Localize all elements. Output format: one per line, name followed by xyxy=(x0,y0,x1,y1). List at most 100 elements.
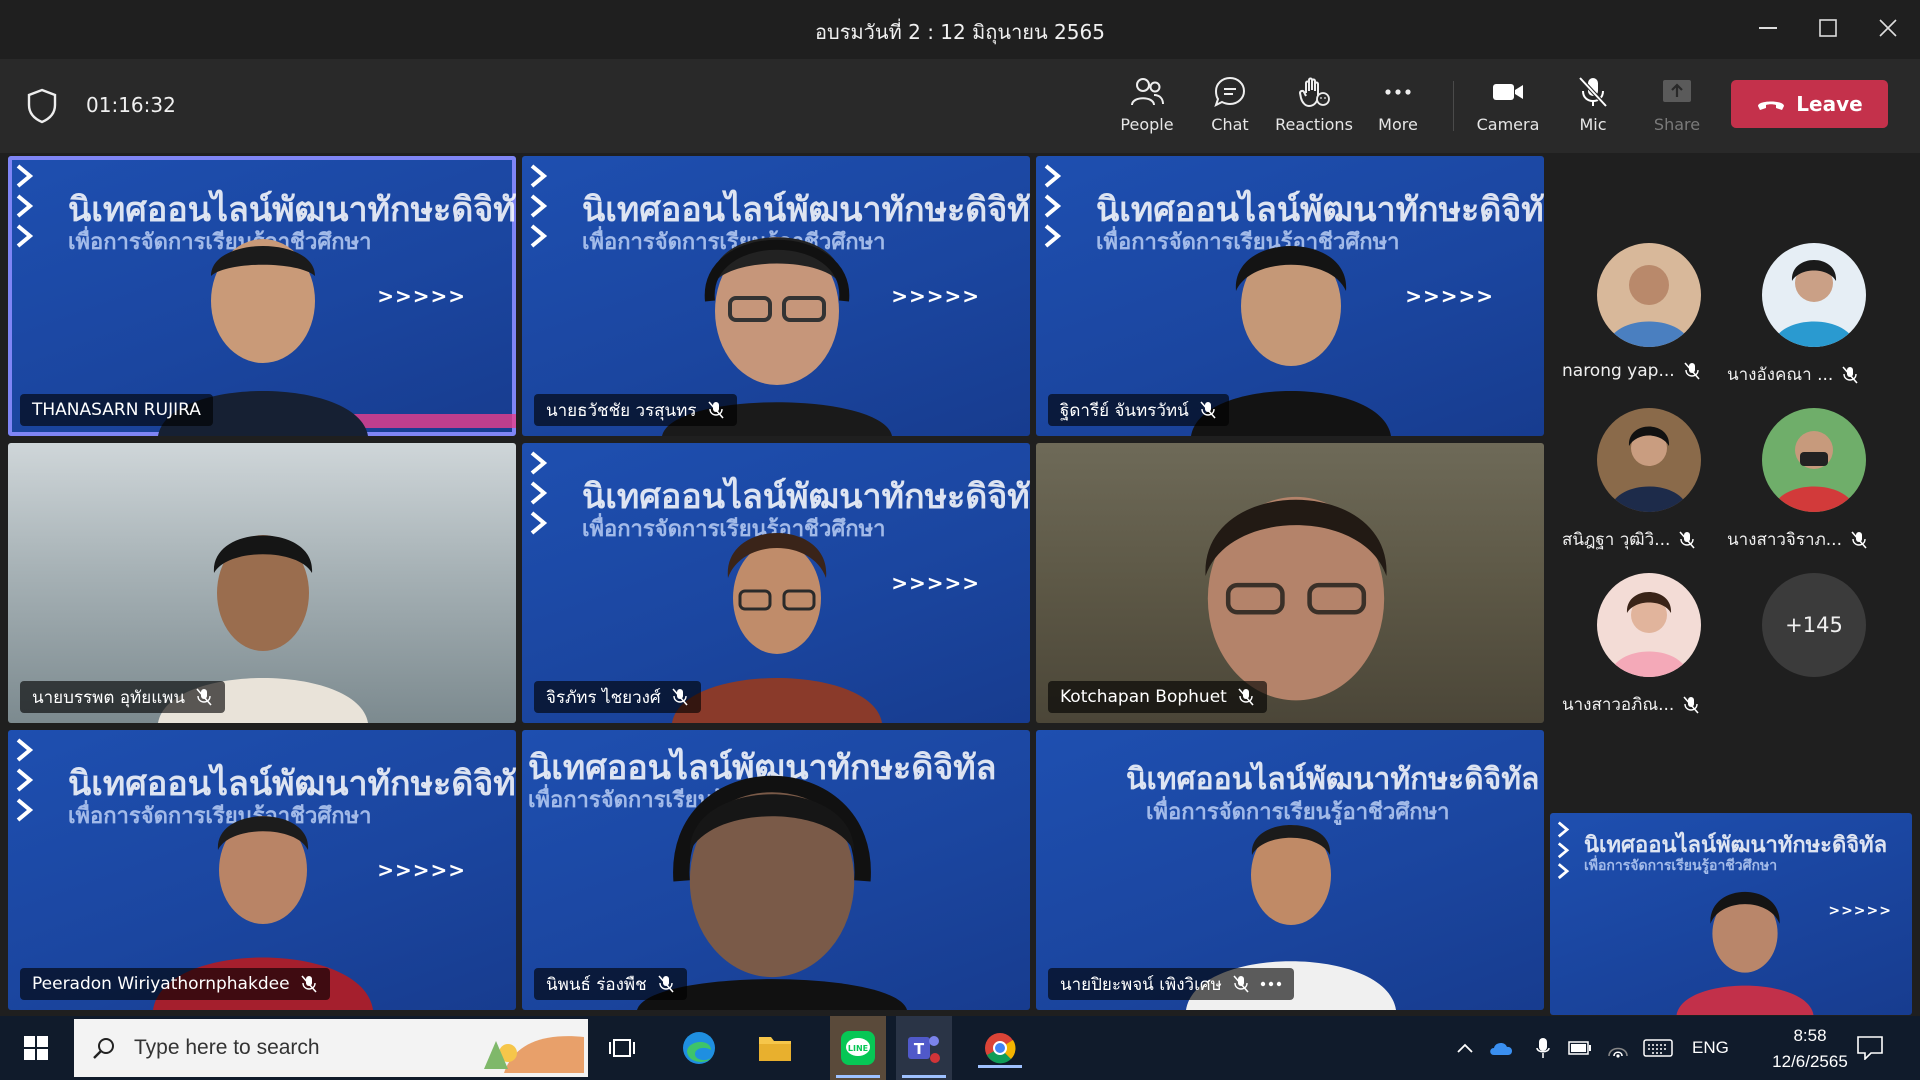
wifi-tray-button[interactable] xyxy=(1603,1026,1633,1070)
participant-more-icon[interactable] xyxy=(1260,981,1282,987)
banner-arrows: >>>>> xyxy=(377,858,466,882)
battery-tray-button[interactable] xyxy=(1565,1026,1595,1070)
reactions-label: Reactions xyxy=(1275,115,1353,134)
video-tile[interactable]: นิเทศออนไลน์พัฒนาทักษะดิจิทัล เพื่อการจั… xyxy=(522,443,1030,723)
chevron-decoration xyxy=(16,738,34,822)
leave-button[interactable]: Leave xyxy=(1731,80,1888,128)
roster-participant[interactable]: narong yap... xyxy=(1562,243,1712,393)
wifi-icon xyxy=(1608,1047,1628,1058)
participant-nameplate: นายปิยะพจน์ เพิงวิเศษ xyxy=(1048,968,1294,1000)
touch-keyboard-button[interactable] xyxy=(1640,1026,1676,1070)
roster-name: นางอังคณา ... xyxy=(1727,365,1834,385)
chevron-up-icon xyxy=(1457,1043,1473,1053)
banner-arrows: >>>>> xyxy=(1405,284,1494,308)
chrome-icon xyxy=(985,1033,1016,1064)
running-indicator xyxy=(978,1065,1022,1068)
show-hidden-icons-button[interactable] xyxy=(1450,1026,1480,1070)
participant-name: ฐิดารีย์ จันทรวัทน์ xyxy=(1060,400,1189,421)
participant-name: นายธวัชชัย วรสุนทร xyxy=(546,400,697,421)
start-button[interactable] xyxy=(14,1026,58,1070)
share-label: Share xyxy=(1653,115,1701,134)
roster-participant[interactable]: นางอังคณา ... xyxy=(1727,243,1877,393)
minimize-icon xyxy=(1759,27,1777,29)
roster-name-row: นางสาวจิราภ... xyxy=(1727,526,1877,553)
people-button[interactable]: People xyxy=(1105,73,1189,143)
onedrive-button[interactable] xyxy=(1486,1026,1516,1070)
microphone-tray-button[interactable] xyxy=(1528,1026,1558,1070)
roster-participant[interactable]: นางสาวอภิณ... xyxy=(1562,573,1712,723)
teams-taskbar-button[interactable]: T xyxy=(896,1016,952,1080)
participant-name: Peeradon Wiriyathornphakdee xyxy=(32,974,290,994)
video-tile[interactable]: นิเทศออนไลน์พัฒนาทักษะดิจิทัล เพื่อการจั… xyxy=(1036,156,1544,436)
participant-nameplate: ฐิดารีย์ จันทรวัทน์ xyxy=(1048,394,1229,426)
leave-label: Leave xyxy=(1796,92,1863,116)
mic-muted-icon xyxy=(1684,362,1700,380)
line-taskbar-button[interactable]: LINE xyxy=(830,1016,886,1080)
maximize-button[interactable] xyxy=(1800,6,1856,50)
video-tile[interactable]: นายบรรพต อุทัยแพน xyxy=(8,443,516,723)
video-tile[interactable]: นิเทศออนไลน์พัฒนาทักษะดิจิทัล เพื่อการจั… xyxy=(522,156,1030,436)
input-language[interactable]: ENG xyxy=(1692,1038,1729,1058)
roster-name-row: สนิฎฐา วุฒิวิ... xyxy=(1562,526,1712,553)
mic-muted-icon xyxy=(1238,688,1254,706)
close-button[interactable] xyxy=(1860,6,1916,50)
video-tile[interactable]: นิเทศออนไลน์พัฒนาทักษะดิจิทัล เพื่อการจั… xyxy=(522,730,1030,1010)
banner-arrows: >>>>> xyxy=(377,284,466,308)
edge-icon xyxy=(683,1032,715,1064)
share-button[interactable]: Share xyxy=(1635,73,1719,143)
more-button[interactable]: More xyxy=(1356,73,1440,143)
roster-participant[interactable]: สนิฎฐา วุฒิวิ... xyxy=(1562,408,1712,558)
self-video xyxy=(1676,891,1814,1015)
chevron-decoration xyxy=(530,164,548,248)
participant-name: นายปิยะพจน์ เพิงวิเศษ xyxy=(1060,974,1222,995)
chrome-taskbar-button[interactable] xyxy=(978,1026,1022,1070)
mic-off-icon xyxy=(1578,76,1608,108)
mic-muted-icon xyxy=(300,975,317,993)
taskbar-search-box[interactable]: Type here to search xyxy=(74,1019,588,1077)
mic-button[interactable]: Mic xyxy=(1551,73,1635,143)
notifications-button[interactable] xyxy=(1848,1026,1892,1070)
camera-label: Camera xyxy=(1476,115,1540,134)
mic-muted-icon xyxy=(1851,530,1867,549)
camera-button[interactable]: Camera xyxy=(1466,73,1550,143)
video-tile[interactable]: นิเทศออนไลน์พัฒนาทักษะดิจิทัล เพื่อการจั… xyxy=(8,730,516,1010)
video-tile[interactable]: นิเทศออนไลน์พัฒนาทักษะดิจิทัล เพื่อการจั… xyxy=(1036,730,1544,1010)
more-participants-button[interactable]: +145 xyxy=(1762,573,1866,677)
mic-label: Mic xyxy=(1579,115,1607,134)
mic-muted-icon xyxy=(658,975,674,993)
self-view[interactable]: นิเทศออนไลน์พัฒนาทักษะดิจิทัล เพื่อการจั… xyxy=(1550,813,1912,1015)
chevron-decoration xyxy=(16,164,34,248)
roster-participant[interactable]: นางสาวจิราภ... xyxy=(1727,408,1877,558)
more-label: More xyxy=(1378,115,1418,134)
chevron-decoration xyxy=(1557,821,1570,880)
video-tile[interactable]: นิเทศออนไลน์พัฒนาทักษะดิจิทัล เพื่อการจั… xyxy=(8,156,516,436)
participant-nameplate: THANASARN RUJIRA xyxy=(20,394,213,426)
avatar xyxy=(1597,408,1701,512)
edge-taskbar-button[interactable] xyxy=(677,1026,721,1070)
roster-name: narong yap... xyxy=(1562,361,1675,381)
shield-icon[interactable] xyxy=(26,88,58,124)
windows-taskbar: Type here to search LINE T ENG 8:58 12/6… xyxy=(0,1016,1920,1080)
svg-text:LINE: LINE xyxy=(848,1044,868,1053)
people-icon xyxy=(1131,78,1164,106)
line-app-icon: LINE xyxy=(841,1031,875,1065)
microphone-icon xyxy=(1536,1038,1550,1058)
participant-nameplate: นายบรรพต อุทัยแพน xyxy=(20,681,225,713)
clock-time[interactable]: 8:58 xyxy=(1770,1026,1850,1046)
svg-text:T: T xyxy=(914,1040,925,1058)
chat-label: Chat xyxy=(1211,115,1249,134)
reactions-button[interactable]: Reactions xyxy=(1272,73,1356,143)
mic-muted-icon xyxy=(1679,530,1696,549)
participant-nameplate: Peeradon Wiriyathornphakdee xyxy=(20,968,330,1000)
toolbar-divider xyxy=(1453,81,1454,131)
video-tile[interactable]: Kotchapan Bophuet xyxy=(1036,443,1544,723)
minimize-button[interactable] xyxy=(1740,6,1796,50)
mic-muted-icon xyxy=(1842,365,1858,384)
chat-button[interactable]: Chat xyxy=(1188,73,1272,143)
file-explorer-button[interactable] xyxy=(753,1026,797,1070)
meeting-toolbar: 01:16:32 People Chat Reactions More Came… xyxy=(0,59,1920,153)
task-view-button[interactable] xyxy=(600,1026,644,1070)
people-label: People xyxy=(1120,115,1174,134)
windows-logo-icon xyxy=(24,1036,48,1060)
participant-name: จิรภัทร ไชยวงศ์ xyxy=(546,687,661,708)
